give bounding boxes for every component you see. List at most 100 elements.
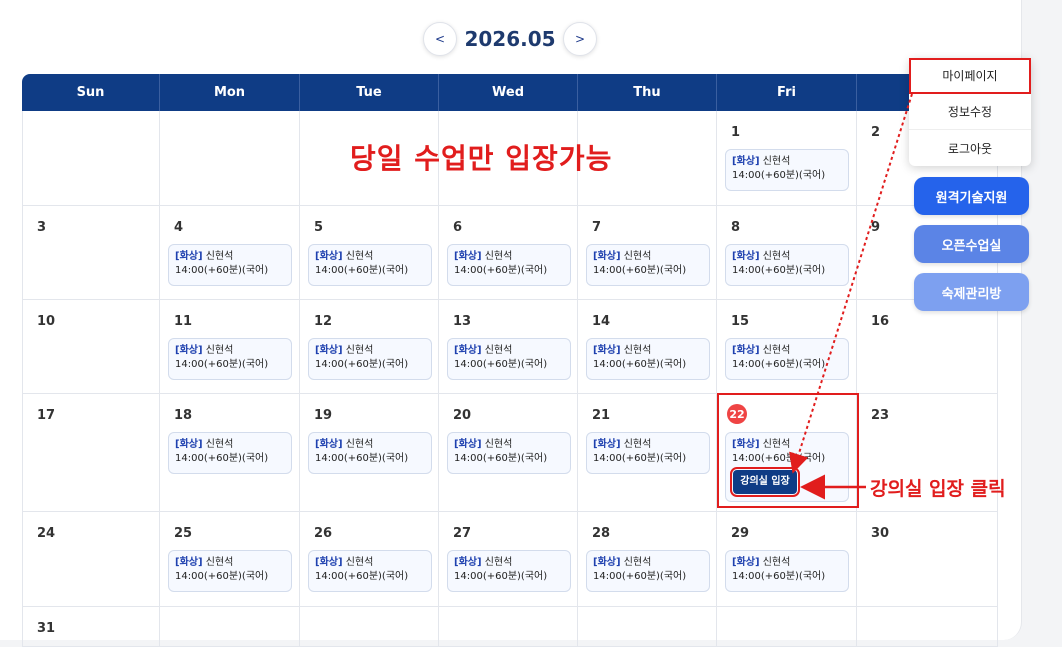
class-event[interactable]: [화상] 신현석 14:00(+60분)(국어) 강의실 입장 <box>725 432 849 502</box>
open-classroom-button[interactable]: 오픈수업실 <box>914 225 1029 263</box>
event-time: 14:00(+60분)(국어) <box>593 265 687 276</box>
day-number: 8 <box>731 220 741 235</box>
event-time: 14:00(+60분)(국어) <box>454 453 548 464</box>
class-event[interactable]: [화상] 신현석 14:00(+60분)(국어) <box>586 338 710 380</box>
day-number: 11 <box>174 314 193 329</box>
class-event[interactable]: [화상] 신현석 14:00(+60분)(국어) <box>725 338 849 380</box>
class-event[interactable]: [화상] 신현석 14:00(+60분)(국어) <box>725 550 849 592</box>
calendar-day-cell: 16 <box>857 300 998 393</box>
calendar-day-cell: 25 [화상] 신현석 14:00(+60분)(국어) <box>160 512 300 606</box>
calendar-day-cell: 24 <box>22 512 160 606</box>
class-event[interactable]: [화상] 신현석 14:00(+60분)(국어) <box>168 432 292 474</box>
weekday-tue: Tue <box>300 74 439 111</box>
enter-classroom-button[interactable]: 강의실 입장 <box>730 467 800 497</box>
class-event[interactable]: [화상] 신현석 14:00(+60분)(국어) <box>725 244 849 286</box>
day-number: 29 <box>731 526 750 541</box>
class-event[interactable]: [화상] 신현석 14:00(+60분)(국어) <box>586 432 710 474</box>
class-event[interactable]: [화상] 신현석 14:00(+60분)(국어) <box>308 550 432 592</box>
day-number: 26 <box>314 526 333 541</box>
notice-annotation: 당일 수업만 입장가능 <box>350 142 613 175</box>
class-event[interactable]: [화상] 신현석 14:00(+60분)(국어) <box>725 149 849 191</box>
day-number: 9 <box>871 220 881 235</box>
calendar-day-cell: 11 [화상] 신현석 14:00(+60분)(국어) <box>160 300 300 393</box>
class-event[interactable]: [화상] 신현석 14:00(+60분)(국어) <box>308 432 432 474</box>
calendar-day-cell: 10 <box>22 300 160 393</box>
calendar-day-cell <box>857 607 998 646</box>
next-month-button[interactable]: > <box>563 22 597 56</box>
event-teacher: 신현석 <box>205 439 234 450</box>
day-number: 30 <box>871 526 890 541</box>
event-time: 14:00(+60분)(국어) <box>732 170 826 181</box>
event-type-tag: [화상] <box>732 439 760 450</box>
event-teacher: 신현석 <box>484 251 513 262</box>
event-type-tag: [화상] <box>593 251 621 262</box>
event-teacher: 신현석 <box>205 345 234 356</box>
class-event[interactable]: [화상] 신현석 14:00(+60분)(국어) <box>447 338 571 380</box>
event-time: 14:00(+60분)(국어) <box>732 359 826 370</box>
event-teacher: 신현석 <box>762 345 791 356</box>
event-time: 14:00(+60분)(국어) <box>175 571 269 582</box>
event-type-tag: [화상] <box>732 251 760 262</box>
class-event[interactable]: [화상] 신현석 14:00(+60분)(국어) <box>586 550 710 592</box>
class-event[interactable]: [화상] 신현석 14:00(+60분)(국어) <box>447 550 571 592</box>
event-teacher: 신현석 <box>762 156 791 167</box>
calendar-day-cell: 22 [화상] 신현석 14:00(+60분)(국어) 강의실 입장 <box>717 394 857 511</box>
homework-room-button[interactable]: 숙제관리방 <box>914 273 1029 311</box>
event-time: 14:00(+60분)(국어) <box>315 571 409 582</box>
event-time: 14:00(+60분)(국어) <box>593 453 687 464</box>
event-teacher: 신현석 <box>345 557 374 568</box>
day-number: 12 <box>314 314 333 329</box>
class-event[interactable]: [화상] 신현석 14:00(+60분)(국어) <box>168 244 292 286</box>
calendar-day-cell: 19 [화상] 신현석 14:00(+60분)(국어) <box>300 394 439 511</box>
class-event[interactable]: [화상] 신현석 14:00(+60분)(국어) <box>308 338 432 380</box>
weekday-thu: Thu <box>578 74 717 111</box>
event-teacher: 신현석 <box>484 557 513 568</box>
enter-callout-annotation: 강의실 입장 클릭 <box>870 478 1006 500</box>
calendar-day-cell: 7 [화상] 신현석 14:00(+60분)(국어) <box>578 206 717 299</box>
calendar-day-cell: 28 [화상] 신현석 14:00(+60분)(국어) <box>578 512 717 606</box>
day-number: 7 <box>592 220 602 235</box>
class-event[interactable]: [화상] 신현석 14:00(+60분)(국어) <box>447 244 571 286</box>
day-number: 14 <box>592 314 611 329</box>
calendar-day-cell: 13 [화상] 신현석 14:00(+60분)(국어) <box>439 300 578 393</box>
weekday-sun: Sun <box>22 74 160 111</box>
event-teacher: 신현석 <box>205 251 234 262</box>
event-teacher: 신현석 <box>762 557 791 568</box>
class-event[interactable]: [화상] 신현석 14:00(+60분)(국어) <box>447 432 571 474</box>
calendar-body: 1 [화상] 신현석 14:00(+60분)(국어) 2 3 4 [화상] 신현석 14:00… <box>22 111 998 647</box>
prev-month-button[interactable]: < <box>423 22 457 56</box>
day-number: 2 <box>871 125 881 140</box>
day-number: 20 <box>453 408 472 423</box>
calendar-day-cell: 30 <box>857 512 998 606</box>
event-type-tag: [화상] <box>593 557 621 568</box>
event-type-tag: [화상] <box>454 557 482 568</box>
event-type-tag: [화상] <box>175 439 203 450</box>
menu-item-edit-info[interactable]: 정보수정 <box>909 94 1031 130</box>
class-event[interactable]: [화상] 신현석 14:00(+60분)(국어) <box>586 244 710 286</box>
class-event[interactable]: [화상] 신현석 14:00(+60분)(국어) <box>168 338 292 380</box>
event-type-tag: [화상] <box>175 345 203 356</box>
weekday-fri: Fri <box>717 74 857 111</box>
calendar-day-cell: 26 [화상] 신현석 14:00(+60분)(국어) <box>300 512 439 606</box>
menu-item-mypage[interactable]: 마이페이지 <box>909 58 1031 94</box>
menu-item-logout[interactable]: 로그아웃 <box>909 130 1031 166</box>
calendar-day-cell: 6 [화상] 신현석 14:00(+60분)(국어) <box>439 206 578 299</box>
remote-support-button[interactable]: 원격기술지원 <box>914 177 1029 215</box>
month-nav: < 2026.05 > <box>0 22 1022 58</box>
day-number: 24 <box>37 526 56 541</box>
calendar-day-cell: 4 [화상] 신현석 14:00(+60분)(국어) <box>160 206 300 299</box>
calendar-week: 24 25 [화상] 신현석 14:00(+60분)(국어) 26 [화상] 신현석 14:… <box>22 512 998 607</box>
class-event[interactable]: [화상] 신현석 14:00(+60분)(국어) <box>308 244 432 286</box>
day-number: 28 <box>592 526 611 541</box>
class-event[interactable]: [화상] 신현석 14:00(+60분)(국어) <box>168 550 292 592</box>
event-type-tag: [화상] <box>315 345 343 356</box>
event-time: 14:00(+60분)(국어) <box>732 265 826 276</box>
today-badge: 22 <box>727 404 747 424</box>
calendar-week: 17 18 [화상] 신현석 14:00(+60분)(국어) 19 [화상] 신현석 14:… <box>22 394 998 512</box>
calendar-day-cell: 21 [화상] 신현석 14:00(+60분)(국어) <box>578 394 717 511</box>
event-type-tag: [화상] <box>175 557 203 568</box>
weekday-wed: Wed <box>439 74 578 111</box>
calendar-day-cell <box>439 607 578 646</box>
day-number: 15 <box>731 314 750 329</box>
calendar-day-cell <box>717 607 857 646</box>
